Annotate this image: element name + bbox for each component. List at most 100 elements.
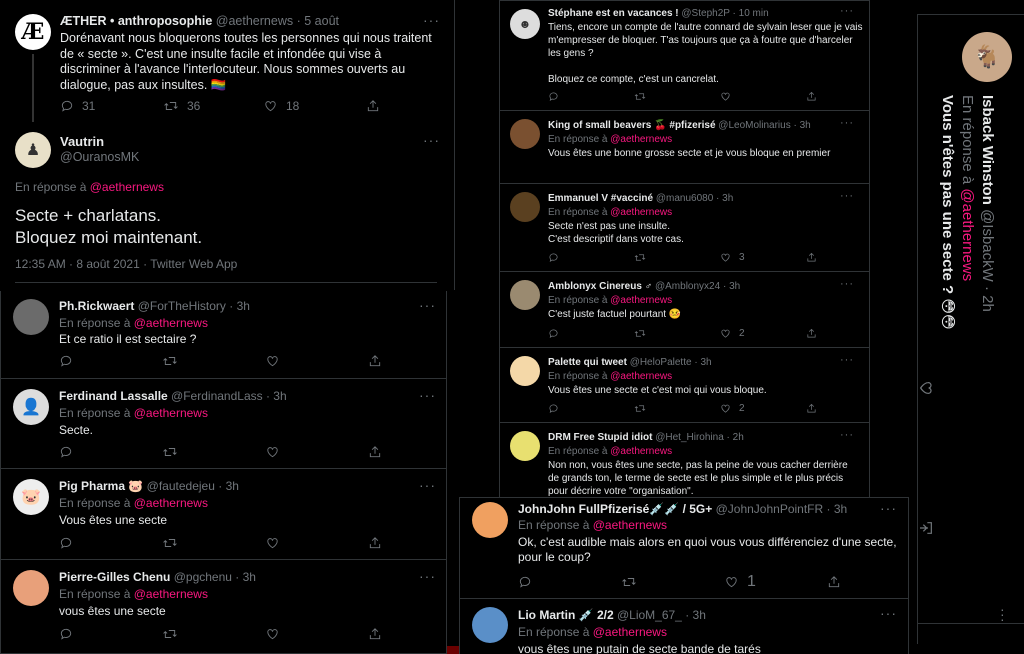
author-handle[interactable]: @JohnJohnPointFR	[716, 502, 824, 516]
original-tweet[interactable]: Æ ÆTHER • anthroposophie @aethernews · 5…	[0, 0, 454, 125]
author-handle[interactable]: @fautedejeu	[147, 479, 215, 493]
like-button[interactable]	[265, 354, 368, 368]
mention-link[interactable]: @aethernews	[610, 134, 672, 145]
more-icon[interactable]: ···	[423, 12, 440, 28]
reply-button[interactable]	[59, 354, 162, 368]
retweet-button[interactable]	[634, 328, 720, 339]
mention-link[interactable]: @aethernews	[610, 446, 672, 457]
avatar[interactable]	[13, 299, 49, 335]
author-handle[interactable]: @LioM_67_	[617, 608, 682, 622]
mention-link[interactable]: @aethernews	[593, 518, 667, 532]
share-button[interactable]	[368, 627, 382, 641]
tweet-time[interactable]: 3h	[693, 608, 706, 622]
avatar[interactable]: ☻	[510, 9, 540, 39]
like-button[interactable]: 2	[720, 403, 806, 414]
reply-tweet[interactable]: JohnJohn FullPfizerisé💉💉 / 5G+ @JohnJohn…	[460, 498, 908, 599]
reply-tweet[interactable]: 👤 Ferdinand Lassalle @FerdinandLass · 3h…	[1, 379, 446, 469]
mention-link[interactable]: @aethernews	[610, 371, 672, 382]
author-handle[interactable]: @Het_Hirohina	[655, 432, 724, 443]
author-name[interactable]: Ph.Rickwaert	[59, 299, 134, 313]
tweet-time[interactable]: 2h	[733, 432, 744, 443]
more-icon[interactable]: ···	[840, 354, 854, 366]
mention-link[interactable]: @aethernews	[90, 180, 164, 194]
reply-tweet[interactable]: ☻ Stéphane est en vacances ! @Steph2P · …	[500, 1, 869, 111]
reply-button[interactable]	[59, 536, 162, 550]
mention-link[interactable]: @aethernews	[134, 406, 208, 420]
reply-button[interactable]: 31	[60, 99, 163, 113]
author-handle[interactable]: @ForTheHistory	[138, 299, 226, 313]
avatar[interactable]	[472, 607, 508, 643]
more-icon[interactable]: ···	[1000, 602, 1005, 626]
avatar[interactable]	[510, 192, 540, 222]
more-icon[interactable]: ···	[840, 278, 854, 290]
like-button[interactable]	[265, 536, 368, 550]
more-icon[interactable]: ···	[419, 297, 436, 313]
more-icon[interactable]: ···	[840, 5, 854, 17]
tweet-time[interactable]: 3h	[722, 193, 733, 204]
reply-tweet[interactable]: Ph.Rickwaert @ForTheHistory · 3h ··· En …	[1, 291, 446, 379]
mention-link[interactable]: @aethernews	[134, 316, 208, 330]
tweet-time[interactable]: 3h	[243, 570, 256, 584]
author-name[interactable]: Stéphane est en vacances !	[548, 8, 679, 19]
retweet-button[interactable]	[634, 403, 720, 414]
author-handle[interactable]: @HeloPalette	[630, 357, 692, 368]
tweet-date[interactable]: 5 août	[304, 14, 339, 28]
reply-button[interactable]	[59, 627, 162, 641]
author-name[interactable]: ÆTHER • anthroposophie	[60, 14, 212, 28]
heart-icon[interactable]	[918, 380, 934, 396]
retweet-button[interactable]	[621, 575, 724, 589]
tweet-time[interactable]: 3h	[700, 357, 711, 368]
tweet-time[interactable]: 2h	[979, 295, 996, 312]
reply-button[interactable]	[548, 252, 634, 263]
author-handle[interactable]: @Amblonyx24	[655, 281, 720, 292]
author-handle[interactable]: @OuranosMK	[60, 150, 139, 164]
reply-button[interactable]	[518, 575, 621, 589]
reply-button[interactable]	[548, 91, 634, 102]
avatar[interactable]	[13, 570, 49, 606]
retweet-button[interactable]	[634, 252, 720, 263]
author-handle[interactable]: @pgchenu	[174, 570, 232, 584]
reply-button[interactable]	[548, 403, 634, 414]
more-icon[interactable]: ···	[419, 568, 436, 584]
share-button[interactable]	[368, 445, 382, 459]
more-icon[interactable]: ···	[880, 605, 897, 621]
avatar[interactable]	[510, 431, 540, 461]
tweet-time[interactable]: 3h	[729, 281, 740, 292]
mention-link[interactable]: @aethernews	[610, 295, 672, 306]
tweet-time[interactable]: 3h	[834, 502, 847, 516]
avatar[interactable]	[510, 280, 540, 310]
avatar[interactable]: 👤	[13, 389, 49, 425]
tweet-time[interactable]: 3h	[226, 479, 239, 493]
retweet-button[interactable]	[162, 445, 265, 459]
share-icon[interactable]	[918, 520, 934, 536]
reply-tweet[interactable]: Amblonyx Cinereus ♂ @Amblonyx24 · 3h ···…	[500, 272, 869, 348]
retweet-button[interactable]	[162, 354, 265, 368]
author-name[interactable]: Isback Winston	[979, 95, 996, 205]
like-button[interactable]: 2	[720, 328, 806, 339]
author-name[interactable]: Pierre-Gilles Chenu	[59, 570, 170, 584]
author-name[interactable]: King of small beavers 🍒 #pfizerisé	[548, 120, 716, 131]
mention-link[interactable]: @aethernews	[134, 587, 208, 601]
share-button[interactable]	[806, 252, 817, 263]
author-name[interactable]: JohnJohn FullPfizerisé💉💉 / 5G+	[518, 502, 712, 516]
author-handle[interactable]: @LeoMolinarius	[718, 120, 790, 131]
tweet-meta[interactable]: 12:35 AM · 8 août 2021 · Twitter Web App	[15, 257, 237, 271]
author-name[interactable]: DRM Free Stupid idiot	[548, 432, 652, 443]
author-handle[interactable]: @aethernews	[216, 14, 293, 28]
reply-tweet[interactable]: King of small beavers 🍒 #pfizerisé @LeoM…	[500, 111, 869, 184]
author-name[interactable]: Emmanuel V #vacciné	[548, 193, 653, 204]
like-button[interactable]	[720, 91, 806, 102]
retweet-button[interactable]	[634, 91, 720, 102]
avatar[interactable]: ♟	[15, 132, 51, 168]
reply-tweet[interactable]: Palette qui tweet @HeloPalette · 3h ··· …	[500, 348, 869, 423]
reply-tweet[interactable]: Lio Martin 💉 2/2 @LioM_67_ · 3h ··· En r…	[460, 599, 908, 654]
tweet-time[interactable]: 10 min	[739, 8, 769, 19]
like-button[interactable]	[265, 445, 368, 459]
reply-button[interactable]	[59, 445, 162, 459]
avatar[interactable]: Æ	[15, 14, 51, 50]
author-name[interactable]: Pig Pharma 🐷	[59, 479, 143, 493]
like-button[interactable]: 3	[720, 252, 806, 263]
more-icon[interactable]: ···	[880, 500, 897, 516]
author-name[interactable]: Lio Martin 💉 2/2	[518, 608, 614, 622]
more-icon[interactable]: ···	[840, 429, 854, 441]
